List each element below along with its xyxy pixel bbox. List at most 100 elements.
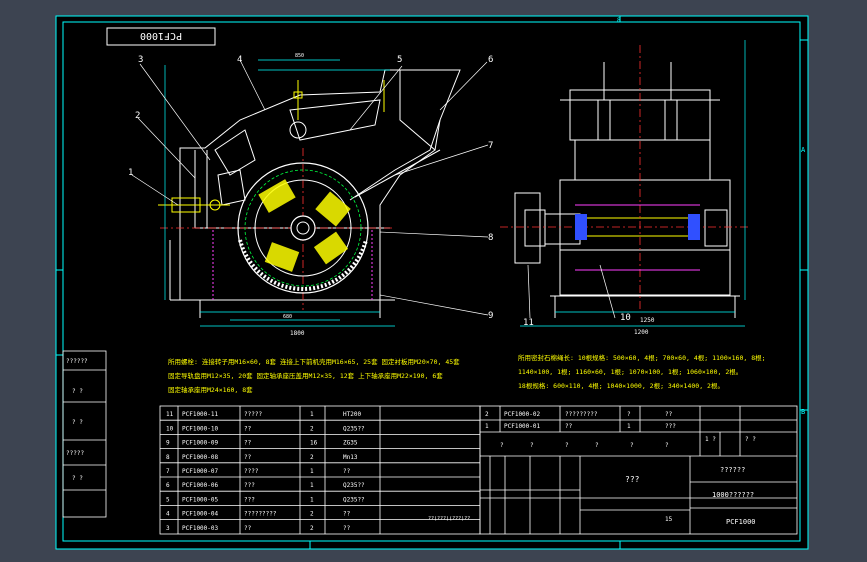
border-mark-top: 8 <box>617 17 621 24</box>
note-right-1: 所用密封石棉绳长: 10根规格: 500×60, 4根; 700×60, 4根;… <box>518 353 766 362</box>
bomr-c4-2: ? <box>627 411 631 418</box>
tb-mid-right: 1000?????? <box>712 491 754 499</box>
bom-cell-no: 9 <box>166 440 170 447</box>
dim-front-width: 1800 <box>290 330 305 337</box>
callout-7: 7 <box>488 141 493 151</box>
tb-bottom-right: PCF1000 <box>726 518 756 526</box>
callout-5: 5 <box>397 55 402 65</box>
hdr-c: ? <box>565 442 569 449</box>
bom-cell-no: 7 <box>166 468 170 475</box>
bom-cell-mat: HT200 <box>343 411 361 418</box>
note-right-3: 18根规格: 600×110, 4根; 1040×1000, 2根; 340×1… <box>518 381 724 390</box>
hammer-2 <box>315 191 351 227</box>
side-cell-1: ?????? <box>66 358 88 365</box>
side-cell-5: ? ? <box>72 475 83 482</box>
bom-cell-no: 11 <box>166 411 174 418</box>
bom-cell-qty: 1 <box>310 411 314 418</box>
callout-11: 11 <box>523 318 534 328</box>
side-cell-3: ? ? <box>72 419 83 426</box>
bom-cell-code: PCF1000-03 <box>182 525 219 532</box>
left-side-table <box>62 350 107 518</box>
bom-cell-mat: Q235?? <box>343 496 365 503</box>
bom-cell-qty: 1 <box>310 496 314 503</box>
bom-cell-code: PCF1000-08 <box>182 454 219 461</box>
bom-cell-qty: 1 <box>310 468 314 475</box>
callout-1: 1 <box>128 168 133 178</box>
tb-small-b: ? ? <box>745 436 756 443</box>
bom-cell-no: 10 <box>166 425 174 432</box>
callout-4: 4 <box>237 55 242 65</box>
title-tag: PCF1000 <box>106 27 216 46</box>
dim-front-a: 850 <box>295 53 304 59</box>
bom-cell-code: PCF1000-09 <box>182 440 219 447</box>
bomr-name-1: ?? <box>565 423 573 430</box>
bom-cell-mat: ?? <box>343 511 351 518</box>
drawing-canvas: 8 A B PCF1000 1800 680 850 3 2 1 4 5 6 7… <box>55 15 809 550</box>
bom-cell-qty: 2 <box>310 425 314 432</box>
bom-cell-mat: Mn13 <box>343 454 358 461</box>
bom-cell-no: 6 <box>166 482 170 489</box>
note-right-2: 1140×100, 1根; 1160×60, 1根; 1070×100, 1根;… <box>518 367 742 376</box>
bom-cell-name: ??? <box>244 496 255 503</box>
bomr-code-1: PCF1000-01 <box>504 423 541 430</box>
bom-cell-mat: Q235?? <box>343 425 365 432</box>
bom-cell-name: ?? <box>244 525 252 532</box>
bom-cell-name: ?? <box>244 440 252 447</box>
hdr-e: ? <box>630 442 634 449</box>
dim-front-sub: 680 <box>283 314 292 320</box>
bom-cell-mat: ?? <box>343 525 351 532</box>
hammer-3 <box>313 231 349 265</box>
bom-cell-code: PCF1000-06 <box>182 482 219 489</box>
bom-cell-code: PCF1000-07 <box>182 468 219 475</box>
bom-cell-qty: 16 <box>310 440 318 447</box>
note-left-3: 固定轴承座用M24×160, 8套 <box>168 385 253 394</box>
bom-cell-no: 8 <box>166 454 170 461</box>
callout-3: 3 <box>138 55 143 65</box>
bom-cell-qty: 2 <box>310 525 314 532</box>
hdr-f: ? <box>665 442 669 449</box>
callout-8: 8 <box>488 233 493 243</box>
bom-cell-code: PCF1000-10 <box>182 425 219 432</box>
callout-10: 10 <box>620 313 631 323</box>
bomr-no-1: 1 <box>485 423 489 430</box>
callout-2: 2 <box>135 111 140 121</box>
callout-6: 6 <box>488 55 493 65</box>
note-left-2: 固定导轨盘用M12×35, 20套 固定轴承座压盖用M12×35, 12套 上下… <box>168 371 443 380</box>
bom-cell-mat: ?? <box>343 468 351 475</box>
side-cell-4: ????? <box>66 450 84 457</box>
dim-side-width: 1250 <box>640 317 655 324</box>
dim-side-b: 1200 <box>634 329 649 336</box>
tb-stamp: ??(???)(???)?? <box>428 516 470 522</box>
title-tag-label: PCF1000 <box>140 30 182 41</box>
tb-num-15: 15 <box>665 516 673 523</box>
bom-cell-code: PCF1000-04 <box>182 511 219 518</box>
tb-center-label: ??? <box>625 475 640 484</box>
hammer-4 <box>264 242 300 272</box>
side-view: 1250 1200 11 10 <box>500 40 750 336</box>
callout-9: 9 <box>488 311 493 321</box>
bearing-left <box>575 214 587 240</box>
bom-cell-name: ????? <box>244 411 262 418</box>
bom-cell-name: ?? <box>244 425 252 432</box>
notes: 所用螺栓: 连接转子用M16×60, 8套 连接上下前机壳用M16×65, 25… <box>168 353 766 394</box>
bomr-c4-1: 1 <box>627 423 631 430</box>
bom-cell-name: ??? <box>244 482 255 489</box>
hdr-b: ? <box>530 442 534 449</box>
hdr-a: ? <box>500 442 504 449</box>
bom-cell-name: ???? <box>244 468 259 475</box>
bomr-c5-2: ?? <box>665 411 673 418</box>
border-mark-b: B <box>801 408 805 416</box>
side-cell-2: ? ? <box>72 388 83 395</box>
hdr-d: ? <box>595 442 599 449</box>
bom-cell-no: 5 <box>166 496 170 503</box>
bom-cell-no: 4 <box>166 511 170 518</box>
bomr-c5-1: ??? <box>665 423 676 430</box>
front-view: 1800 680 850 3 2 1 4 5 6 7 8 9 <box>128 53 493 337</box>
bom-cell-code: PCF1000-11 <box>182 411 219 418</box>
bom-cell-name: ????????? <box>244 511 277 518</box>
bom-cell-qty: 1 <box>310 482 314 489</box>
bom-cell-qty: 2 <box>310 511 314 518</box>
bom-rows: 11 PCF1000-11????? 1 HT20010 PCF1000-10?? 2 Q2… <box>160 411 480 532</box>
bom-cell-mat: ZG35 <box>343 440 358 447</box>
cad-viewport: 8 A B PCF1000 1800 680 850 3 2 1 4 5 6 7… <box>0 0 867 562</box>
